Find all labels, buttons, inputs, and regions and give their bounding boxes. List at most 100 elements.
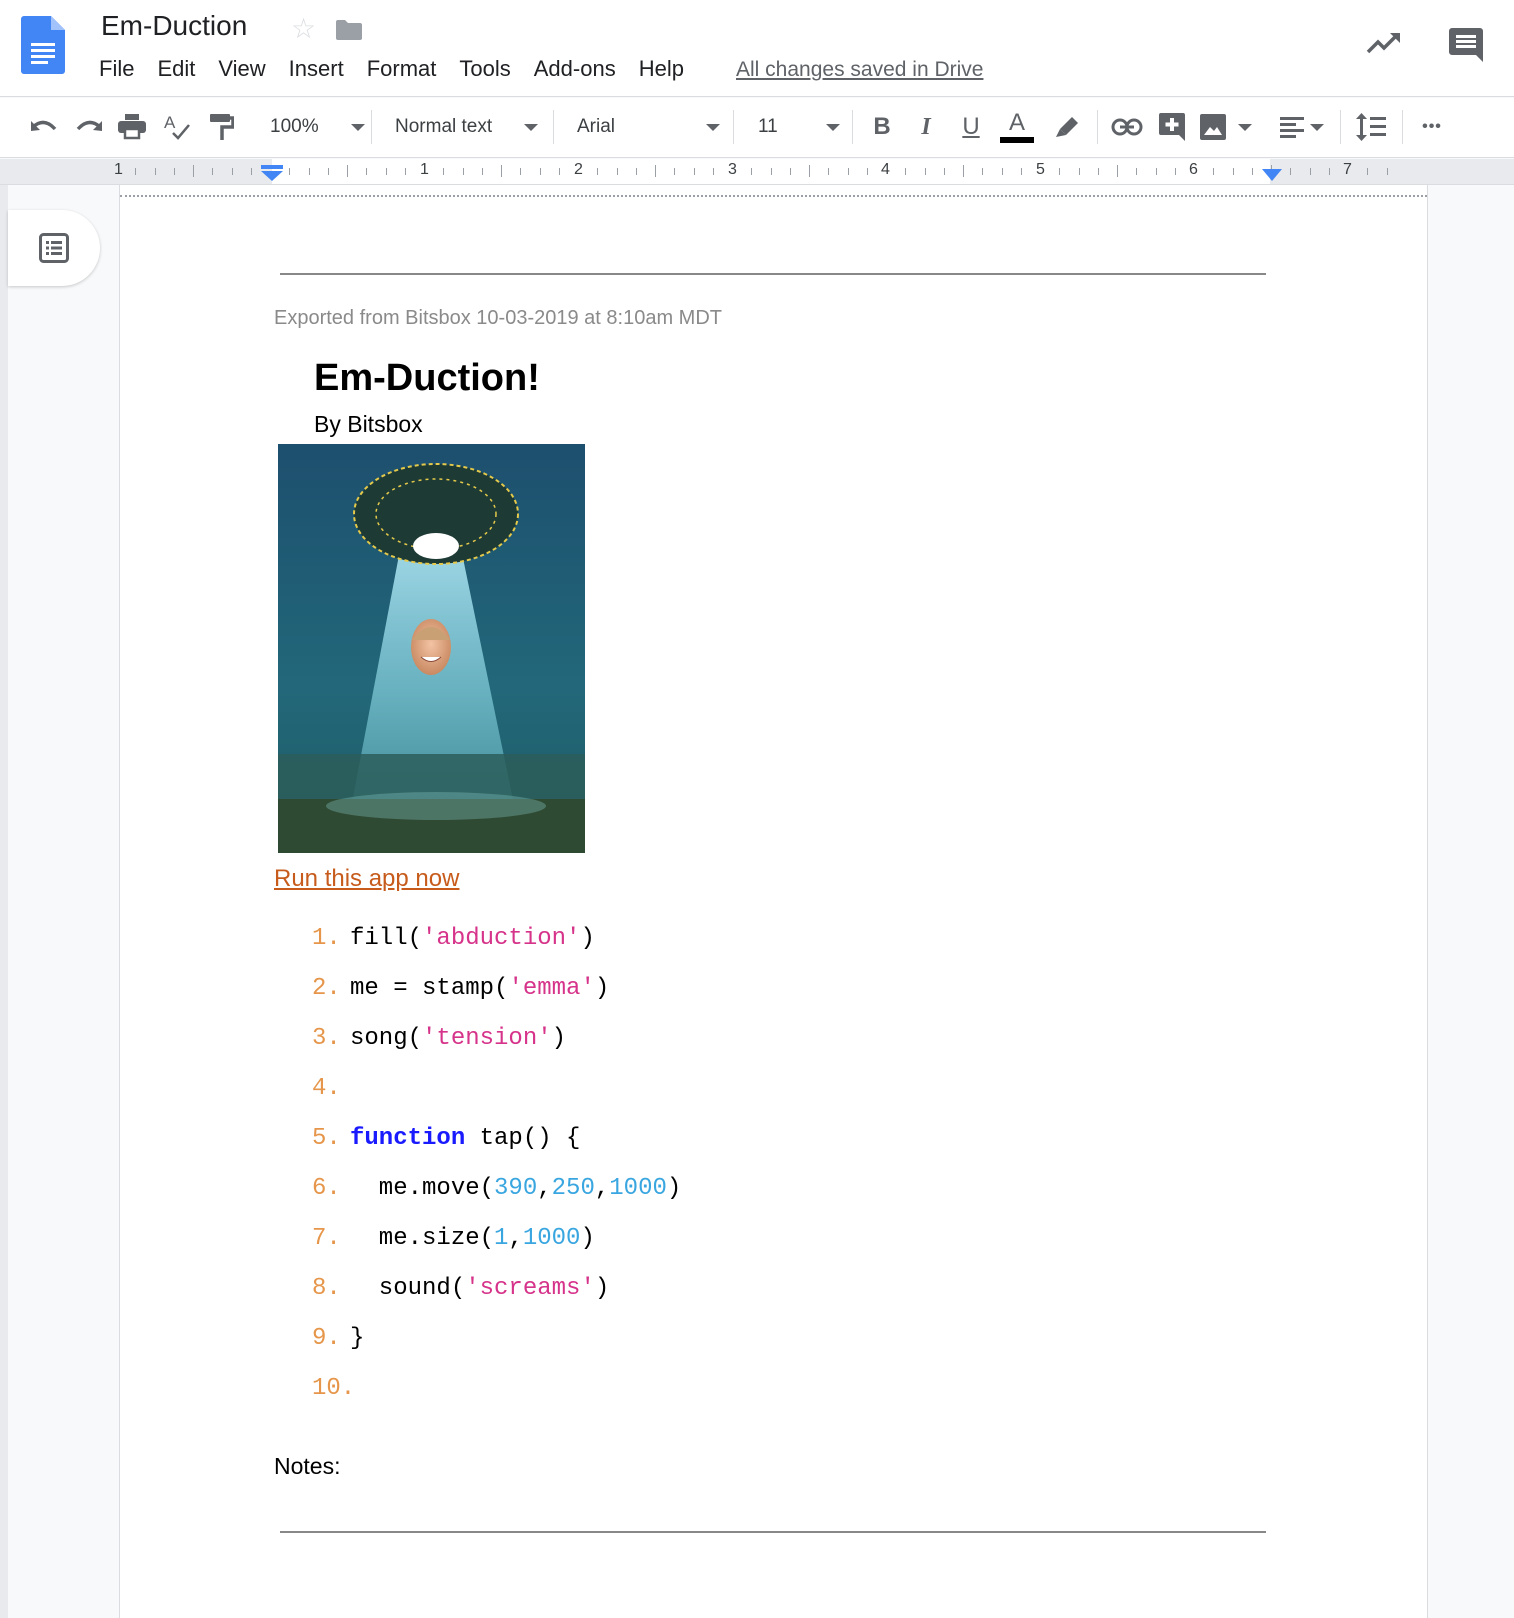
line-spacing-button[interactable] [1355, 110, 1387, 144]
text-color-button[interactable]: A [1000, 110, 1034, 144]
align-select[interactable] [1280, 110, 1324, 144]
toolbar-divider [852, 110, 853, 144]
document-title[interactable]: Em-Duction [101, 10, 247, 42]
toolbar-divider [733, 110, 734, 144]
app-screenshot-image[interactable] [278, 444, 585, 853]
ruler-tick [520, 168, 522, 175]
run-app-link[interactable]: Run this app now [274, 865, 459, 893]
menu-format[interactable]: Format [367, 56, 437, 82]
italic-button[interactable]: I [912, 110, 940, 144]
menu-file[interactable]: File [99, 56, 134, 82]
code-token: ) [594, 974, 610, 1002]
ruler-label: 1 [114, 161, 123, 178]
code-string: 'tension' [422, 1024, 552, 1052]
ruler-tick [963, 165, 964, 177]
code-line: 6. me.move(390, 250, 1000) [312, 1163, 681, 1213]
ruler-tick [924, 168, 926, 175]
highlight-color-button[interactable] [1052, 110, 1082, 144]
ruler-tick [327, 168, 329, 175]
font-family-select[interactable]: Arial [577, 110, 720, 144]
code-token: me.size( [350, 1224, 495, 1252]
bold-button[interactable]: B [868, 110, 896, 144]
code-token: , [594, 1174, 610, 1202]
right-indent-marker-icon[interactable] [1262, 169, 1282, 181]
code-number: 390 [494, 1174, 538, 1202]
ruler-tick [404, 168, 406, 175]
zoom-select[interactable]: 100% [270, 110, 365, 144]
ruler-tick [1078, 168, 1080, 175]
code-token: ) [580, 924, 595, 952]
app-author-text: By Bitsbox [314, 411, 423, 437]
code-line: 2. me = stamp('emma') [312, 963, 681, 1013]
ruler-label: 7 [1343, 161, 1352, 178]
menu-edit[interactable]: Edit [157, 56, 195, 82]
chevron-down-icon [1310, 123, 1324, 131]
folder-icon[interactable] [336, 20, 362, 40]
document-page[interactable]: Exported from Bitsbox 10-03-2019 at 8:10… [120, 185, 1427, 1618]
ruler-tick [770, 168, 772, 175]
document-outline-button[interactable] [8, 210, 100, 286]
document-outline-icon [39, 233, 69, 263]
font-size-select[interactable]: 11 [758, 110, 840, 144]
spellcheck-button[interactable]: A [162, 110, 192, 144]
line-number: 5. [312, 1124, 341, 1152]
image-icon [1200, 114, 1226, 140]
ruler-tick [385, 168, 387, 175]
ruler-tick [154, 168, 156, 175]
paint-format-button[interactable] [207, 110, 237, 144]
ruler-tick [193, 165, 194, 177]
redo-button[interactable] [73, 110, 105, 144]
ruler-tick [1232, 168, 1234, 175]
menu-addons[interactable]: Add-ons [534, 56, 616, 82]
ruler-tick [905, 168, 907, 175]
code-token: ) [594, 1274, 610, 1302]
print-button[interactable] [116, 110, 148, 144]
menu-tools[interactable]: Tools [459, 56, 510, 82]
paragraph-style-select[interactable]: Normal text [395, 110, 538, 144]
menu-help[interactable]: Help [639, 56, 684, 82]
ruler-tick [789, 168, 791, 175]
google-docs-logo-icon[interactable] [21, 16, 65, 74]
ruler-tick [712, 168, 714, 175]
ruler-tick [347, 165, 348, 177]
ruler-tick [1117, 165, 1118, 177]
code-token: me = stamp( [350, 974, 509, 1002]
code-token: , [537, 1174, 552, 1202]
menu-view[interactable]: View [218, 56, 265, 82]
insert-image-button[interactable] [1200, 110, 1252, 144]
ruler-tick [943, 168, 945, 175]
save-status-link[interactable]: All changes saved in Drive [736, 58, 983, 82]
toolbar-divider [371, 110, 372, 144]
star-icon[interactable]: ☆ [291, 12, 316, 45]
code-number: 1000 [609, 1174, 667, 1202]
toolbar-divider [1402, 110, 1403, 144]
code-line: 5. function tap() { [312, 1113, 681, 1163]
line-number: 1. [312, 924, 341, 952]
chevron-down-icon [706, 123, 720, 131]
ruler-tick [289, 168, 291, 175]
horizontal-ruler[interactable]: 1 1 2 3 4 5 6 7 [0, 159, 1514, 185]
undo-button[interactable] [28, 110, 60, 144]
insert-link-button[interactable] [1110, 110, 1144, 144]
left-indent-marker-icon[interactable] [261, 165, 283, 181]
redo-icon [76, 120, 102, 131]
toolbar-divider [553, 110, 554, 144]
add-comment-button[interactable] [1158, 110, 1186, 144]
ruler-label: 3 [728, 161, 737, 178]
more-options-button[interactable]: ••• [1416, 110, 1448, 144]
activity-trend-icon[interactable] [1366, 30, 1402, 56]
underline-button[interactable]: U [957, 110, 985, 144]
ruler-tick [1001, 168, 1003, 175]
font-size-value: 11 [758, 116, 778, 137]
code-token: song( [350, 1024, 423, 1052]
ruler-tick [828, 168, 830, 175]
ruler-tick [1213, 168, 1215, 175]
ruler-tick [693, 168, 695, 175]
ruler-tick [1136, 168, 1138, 175]
ruler-tick [597, 168, 599, 175]
line-number: 9. [312, 1324, 341, 1352]
zoom-value: 100% [270, 116, 319, 137]
ruler-tick [1367, 168, 1369, 175]
comments-icon[interactable] [1449, 28, 1483, 62]
menu-insert[interactable]: Insert [289, 56, 344, 82]
